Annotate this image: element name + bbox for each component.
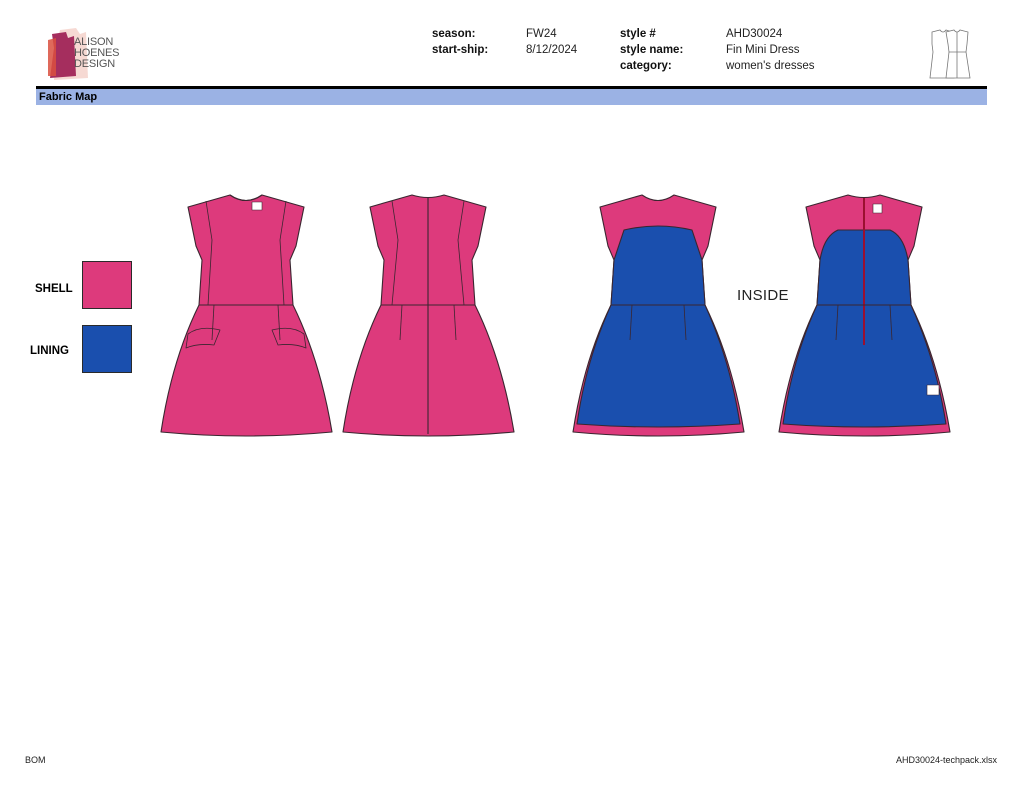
start-ship-value: 8/12/2024 [526,44,578,56]
style-thumbnail-sketch [929,29,971,79]
start-ship-label: start-ship: [432,44,489,56]
style-name-value: Fin Mini Dress [726,44,800,56]
footer-left: BOM [25,755,46,765]
legend-swatch-lining [82,325,132,373]
legend-label-shell: SHELL [35,283,73,295]
dress-back-inside [778,194,951,437]
section-bar [36,89,987,105]
footer-right: AHD30024-techpack.xlsx [896,755,998,765]
dress-front-inside [572,194,745,437]
dress-back-shell [342,194,515,437]
legend-label-lining: LINING [30,345,69,357]
season-value: FW24 [526,28,557,40]
style-name-label: style name: [620,44,684,56]
style-number-label: style # [620,28,656,40]
season-label: season: [432,28,476,40]
category-label: category: [620,60,672,72]
dress-front-shell [160,194,333,437]
brand-wordmark: ALISON HOENES DESIGN [74,37,119,70]
brand-line-3: DESIGN [74,58,115,70]
category-value: women's dresses [726,60,815,72]
style-number-value: AHD30024 [726,28,783,40]
legend-swatch-shell [82,261,132,309]
fabric-map-flats [160,194,951,437]
section-title: Fabric Map [39,91,98,103]
